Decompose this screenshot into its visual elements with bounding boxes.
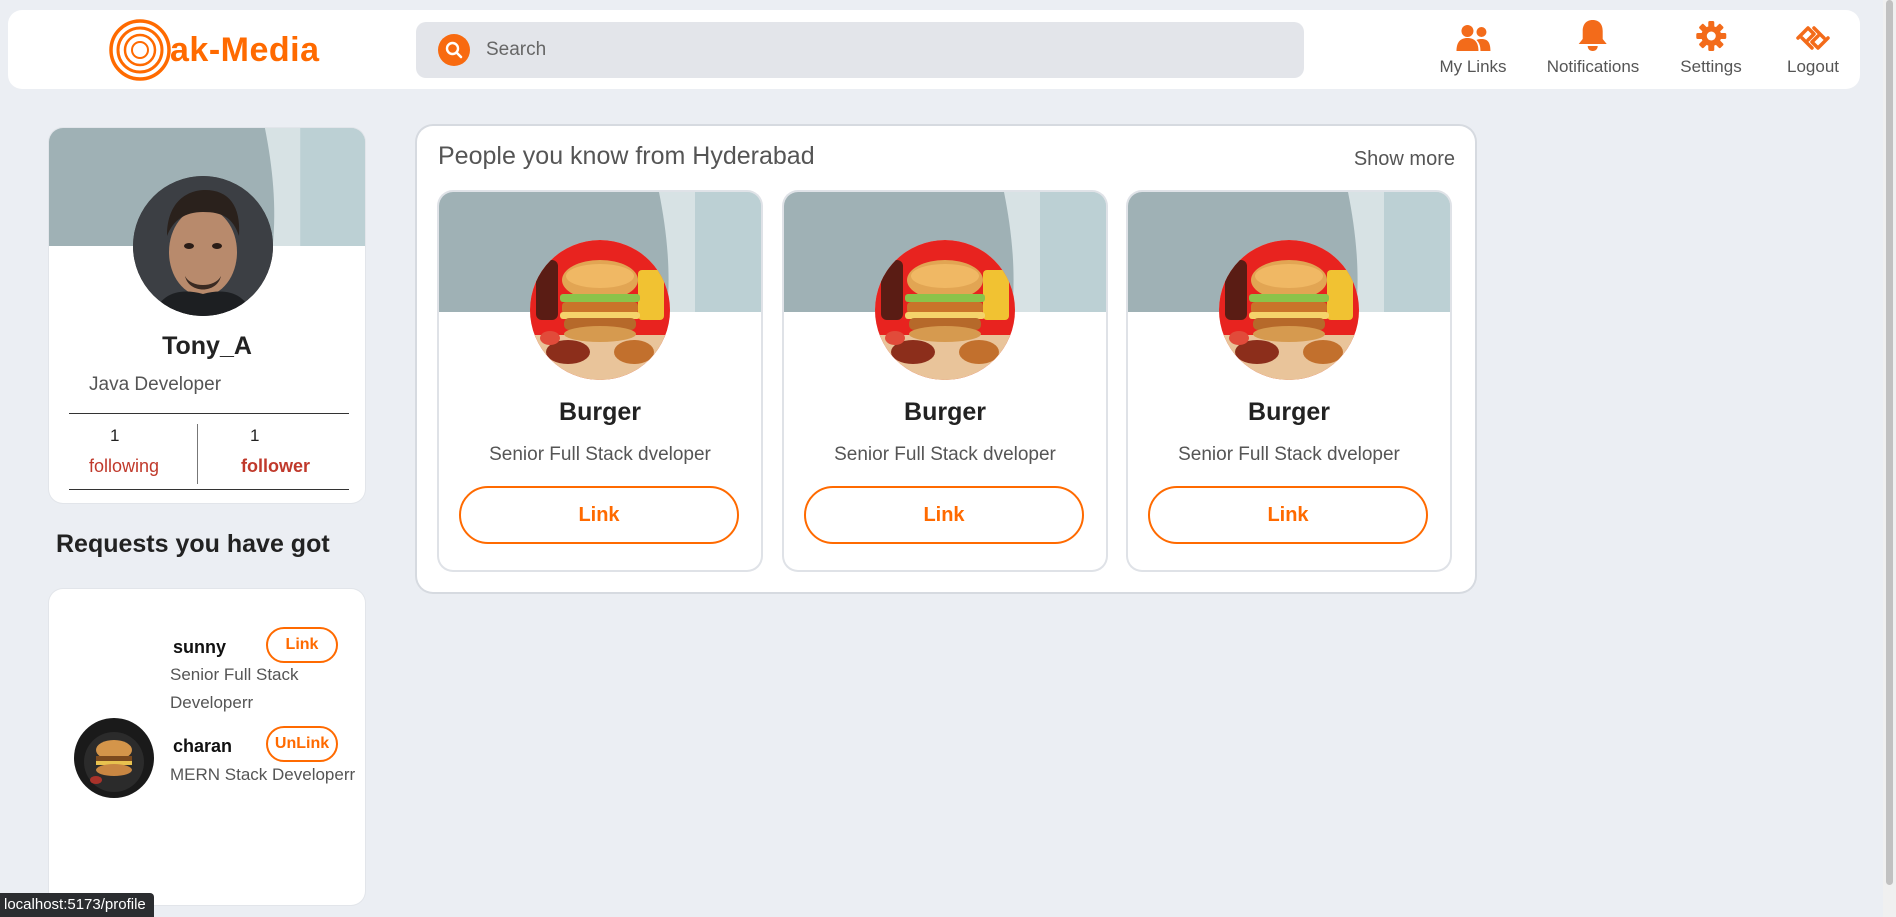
show-more-link[interactable]: Show more: [1354, 148, 1455, 171]
people-suggestions-panel: People you know from Hyderabad Show more…: [417, 126, 1475, 592]
avatar[interactable]: [875, 240, 1015, 380]
person-card: Burger Senior Full Stack dveloper Link: [1128, 192, 1450, 570]
users-icon: [1454, 18, 1492, 52]
search-icon[interactable]: [438, 34, 470, 66]
following-link[interactable]: following: [89, 456, 159, 477]
unlink-request-button[interactable]: UnLink: [266, 726, 338, 762]
requests-title: Requests you have got: [56, 530, 330, 558]
nav-label: Logout: [1787, 57, 1839, 76]
logo-rings-icon: [109, 19, 171, 81]
link-button[interactable]: Link: [804, 486, 1084, 544]
person-card: Burger Senior Full Stack dveloper Link: [784, 192, 1106, 570]
nav-logout[interactable]: Logout: [1787, 18, 1839, 77]
requests-card: sunny Senior Full Stack Developerr Link …: [49, 589, 365, 905]
avatar[interactable]: [74, 718, 154, 798]
bell-icon: [1578, 18, 1608, 52]
request-role: Senior Full Stack: [170, 665, 299, 684]
person-role: Senior Full Stack dveloper: [834, 444, 1056, 465]
request-role: Developerr: [170, 693, 254, 712]
nav-notifications[interactable]: Notifications: [1546, 18, 1640, 77]
person-name: Burger: [1248, 398, 1330, 426]
person-name: Burger: [559, 398, 641, 426]
status-bar-url: localhost:5173/profile: [0, 893, 154, 917]
person-card: Burger Senior Full Stack dveloper Link: [439, 192, 761, 570]
scrollbar[interactable]: [1883, 0, 1896, 917]
divider: [197, 424, 198, 484]
avatar[interactable]: [530, 240, 670, 380]
nav-label: My Links: [1439, 57, 1507, 76]
person-name: Burger: [904, 398, 986, 426]
link-button[interactable]: Link: [1148, 486, 1428, 544]
nav-settings[interactable]: Settings: [1680, 18, 1742, 77]
search-input[interactable]: [484, 38, 1268, 62]
avatar[interactable]: [74, 619, 154, 699]
following-count: 1: [110, 426, 120, 445]
broken-image-icon: [74, 619, 154, 699]
avatar[interactable]: [1219, 240, 1359, 380]
top-navbar: ak-Media My Links: [8, 10, 1860, 89]
divider: [69, 413, 349, 414]
logout-icon: [1794, 18, 1832, 52]
follower-count: 1: [250, 426, 260, 445]
nav-label: Settings: [1680, 57, 1742, 76]
nav-my-links[interactable]: My Links: [1439, 18, 1507, 77]
profile-card: Tony_A Java Developer 1 following 1 foll…: [49, 128, 365, 503]
person-role: Senior Full Stack dveloper: [489, 444, 711, 465]
nav-label: Notifications: [1546, 57, 1640, 76]
request-name: charan: [173, 736, 233, 756]
avatar[interactable]: [133, 176, 273, 316]
request-role: MERN Stack Developerr: [170, 765, 356, 784]
follower-link[interactable]: follower: [241, 456, 310, 477]
logo-text: ak-Media: [170, 30, 320, 69]
app-logo[interactable]: ak-Media: [108, 18, 320, 82]
scrollbar-thumb[interactable]: [1886, 0, 1893, 885]
divider: [69, 489, 349, 490]
search-bar: [416, 22, 1304, 78]
profile-name: Tony_A: [162, 332, 252, 360]
profile-role: Java Developer: [89, 374, 222, 395]
panel-title: People you know from Hyderabad: [438, 142, 815, 170]
link-button[interactable]: Link: [459, 486, 739, 544]
request-name: sunny: [173, 637, 227, 657]
link-request-button[interactable]: Link: [266, 627, 338, 663]
person-role: Senior Full Stack dveloper: [1178, 444, 1400, 465]
gear-icon: [1695, 18, 1727, 52]
